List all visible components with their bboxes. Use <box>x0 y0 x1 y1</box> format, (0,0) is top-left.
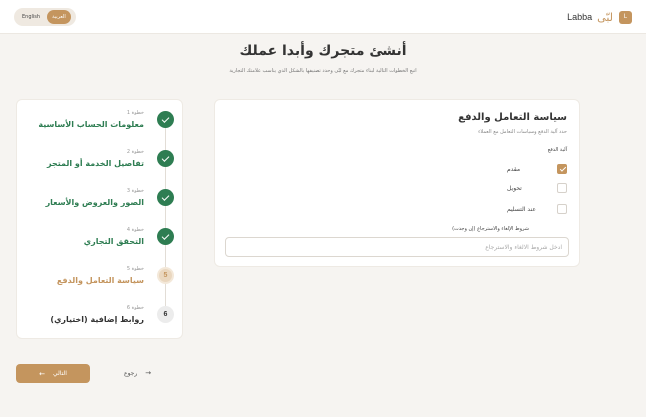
terms-input[interactable] <box>225 237 569 257</box>
back-label: رجوع <box>124 369 138 377</box>
step-number: خطوة 6 <box>126 305 144 311</box>
step-number: خطوة 1 <box>126 110 144 116</box>
payment-policy-form: سياسة التعامل والدفع حدد آلية الدفع وسيا… <box>214 99 580 267</box>
arrow-left-icon: ← <box>39 369 45 378</box>
language-option-arabic[interactable]: العربية <box>47 10 71 24</box>
step-number: خطوة 2 <box>126 149 144 155</box>
check-icon <box>157 228 174 245</box>
back-button[interactable]: → رجوع <box>124 369 151 377</box>
check-icon <box>157 189 174 206</box>
option-label: تحويل <box>507 184 522 192</box>
step-title: سياسة التعامل والدفع <box>56 276 144 285</box>
checkbox[interactable] <box>557 204 567 214</box>
page-subtitle: اتبع الخطوات التالية لبناء متجرك مع لبّى… <box>229 68 417 74</box>
step-marker: 5 <box>157 267 174 284</box>
brand-logo[interactable]: Labba لبّى L <box>567 8 632 26</box>
payment-method-label: آلية الدفع <box>547 147 567 153</box>
step-title: روابط إضافية (اختياري) <box>50 315 144 324</box>
next-button[interactable]: التالي ← <box>16 364 90 383</box>
step-title: الصور والعروض والأسعار <box>45 198 144 207</box>
language-toggle[interactable]: English العربية <box>14 8 76 26</box>
next-label: التالي <box>52 370 67 377</box>
step-6[interactable]: 6 خطوة 6 روابط إضافية (اختياري) <box>17 301 184 339</box>
brand-name-latin: Labba <box>567 12 593 22</box>
arrow-right-icon: → <box>145 369 152 377</box>
form-description: حدد آلية الدفع وسياسات التعامل مع العملا… <box>478 129 567 135</box>
payment-option-on-delivery[interactable]: عند التسليم <box>507 203 567 215</box>
payment-option-advance[interactable]: مقدم <box>507 163 567 175</box>
form-title: سياسة التعامل والدفع <box>458 112 567 123</box>
page-title: أنشئ متجرك وأبدا عملك <box>239 43 407 59</box>
checkbox[interactable] <box>557 164 567 174</box>
step-number: خطوة 5 <box>126 266 144 272</box>
step-4[interactable]: خطوة 4 التحقق التجاري <box>17 223 184 261</box>
terms-label: شروط الإلغاء والاسترجاع (إن وجدت) <box>452 226 529 232</box>
step-number: خطوة 3 <box>126 188 144 194</box>
step-5[interactable]: 5 خطوة 5 سياسة التعامل والدفع <box>17 262 184 300</box>
language-option-english[interactable]: English <box>17 10 45 24</box>
step-marker: 6 <box>157 306 174 323</box>
step-title: تفاصيل الخدمة أو المتجر <box>46 159 144 168</box>
step-title: التحقق التجاري <box>83 237 144 246</box>
brand-name-arabic: لبّى <box>597 10 613 24</box>
top-bar: English العربية Labba لبّى L <box>0 0 646 34</box>
check-icon <box>157 111 174 128</box>
step-2[interactable]: خطوة 2 تفاصيل الخدمة أو المتجر <box>17 145 184 183</box>
step-title: معلومات الحساب الأساسية <box>38 120 144 129</box>
step-1[interactable]: خطوة 1 معلومات الحساب الأساسية <box>17 106 184 144</box>
steps-panel: خطوة 1 معلومات الحساب الأساسية خطوة 2 تف… <box>16 99 183 339</box>
step-3[interactable]: خطوة 3 الصور والعروض والأسعار <box>17 184 184 222</box>
option-label: مقدم <box>507 165 521 173</box>
brand-badge-icon: L <box>619 10 632 24</box>
payment-option-transfer[interactable]: تحويل <box>507 182 567 194</box>
step-number: خطوة 4 <box>126 227 144 233</box>
option-label: عند التسليم <box>507 205 536 213</box>
checkbox[interactable] <box>557 183 567 193</box>
check-icon <box>157 150 174 167</box>
